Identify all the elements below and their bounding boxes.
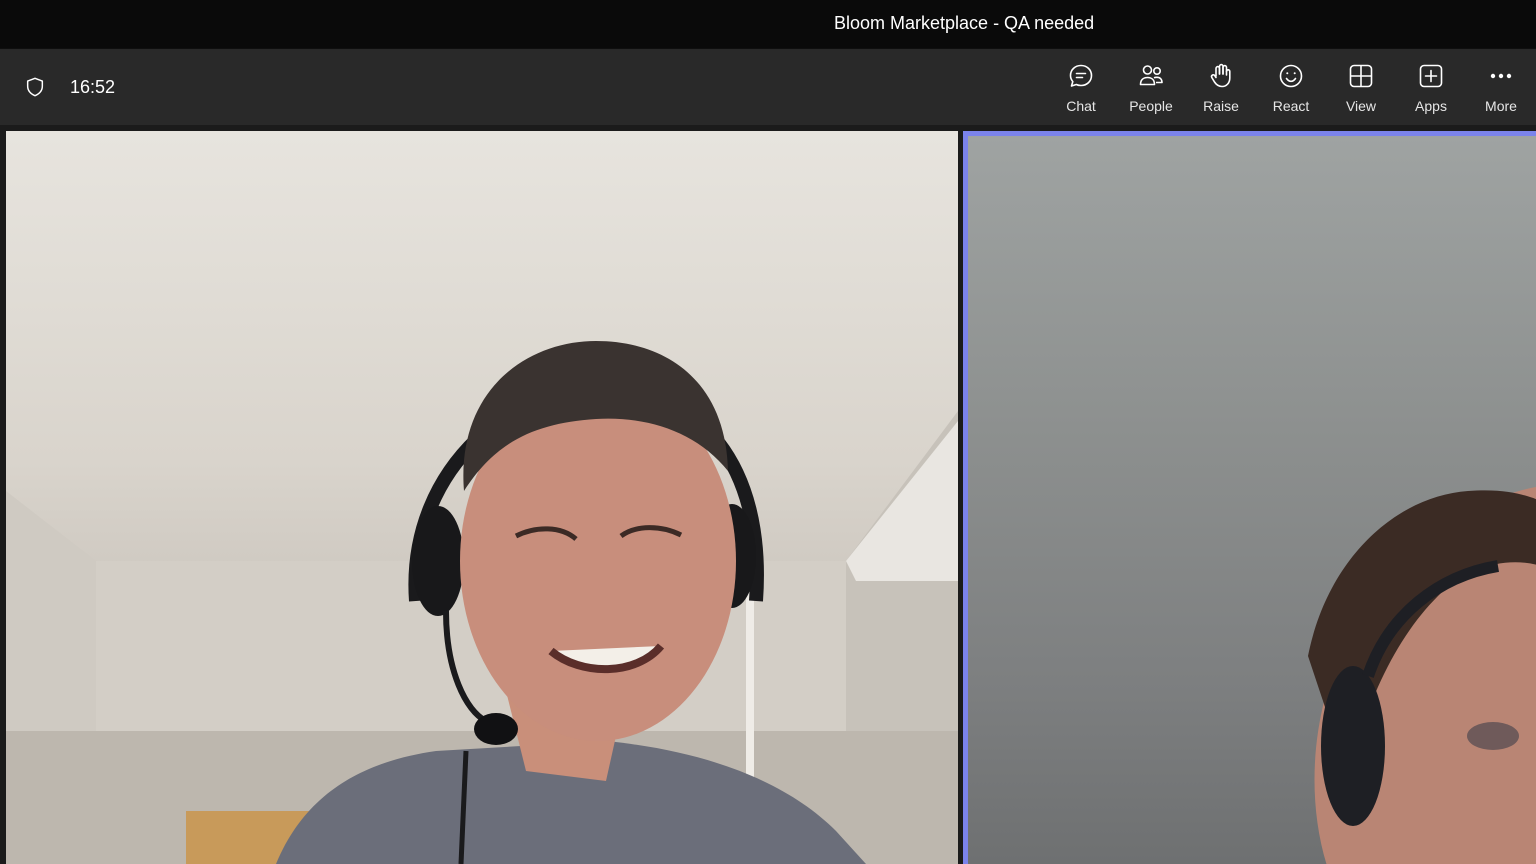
apps-button[interactable]: Apps	[1396, 58, 1466, 118]
raise-hand-icon	[1210, 63, 1231, 88]
apps-plus-icon	[1419, 64, 1443, 88]
people-button[interactable]: People	[1116, 58, 1186, 118]
more-button[interactable]: More	[1466, 58, 1536, 118]
active-speaker-video-feed	[1308, 486, 1536, 864]
meeting-timer: 16:52	[70, 77, 116, 97]
view-button-label: View	[1345, 98, 1377, 114]
shield-icon[interactable]	[24, 76, 46, 98]
raise-hand-button[interactable]: Raise	[1186, 58, 1256, 118]
active-speaker-video-tile[interactable]	[963, 131, 1536, 864]
react-button[interactable]: React	[1256, 58, 1326, 118]
meeting-title: Bloom Marketplace - QA needed	[834, 13, 1095, 33]
react-button-label: React	[1272, 98, 1310, 114]
view-button[interactable]: View	[1326, 58, 1396, 118]
smiley-icon	[1279, 64, 1303, 88]
raise-hand-button-label: Raise	[1203, 98, 1239, 114]
more-dots-icon	[1490, 73, 1512, 79]
people-icon	[1139, 65, 1163, 86]
chat-button-label: Chat	[1066, 98, 1096, 114]
participant-video-feed	[6, 341, 958, 864]
people-button-label: People	[1129, 98, 1173, 114]
apps-button-label: Apps	[1415, 98, 1447, 114]
chat-icon	[1069, 64, 1093, 87]
window-titlebar: Bloom Marketplace - QA needed	[0, 0, 1536, 48]
chat-button[interactable]: Chat	[1046, 58, 1116, 118]
participant-video-tile[interactable]	[6, 131, 958, 864]
grid-view-icon	[1349, 64, 1373, 88]
more-button-label: More	[1485, 98, 1517, 114]
